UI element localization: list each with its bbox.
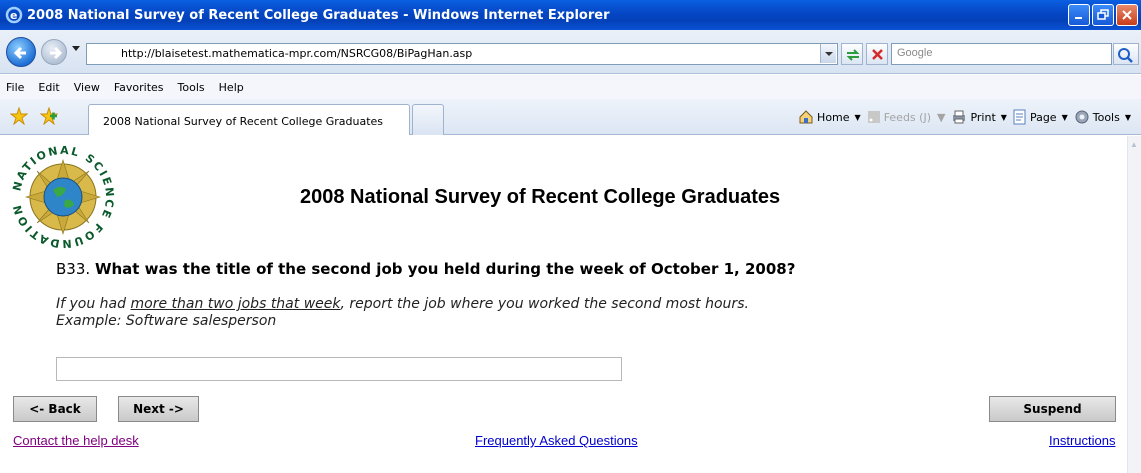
window-title: 2008 National Survey of Recent College G… [27,7,610,23]
window-title-bar: e 2008 National Survey of Recent College… [0,0,1141,30]
example-text: Example: Software salesperson [56,313,277,329]
page-icon [1013,109,1026,125]
menu-edit[interactable]: Edit [38,81,59,94]
maximize-icon[interactable] [1092,4,1114,26]
tools-icon [1075,110,1089,124]
menu-bar: File Edit View Favorites Tools Help [0,75,1141,99]
question-text: What was the title of the second job you… [94,260,796,278]
question-number: B33. [56,260,91,278]
menu-tools[interactable]: Tools [178,81,205,94]
stop-icon[interactable] [866,43,888,65]
address-input[interactable]: http://blaisetest.mathematica-mpr.com/NS… [86,43,838,65]
close-icon[interactable] [1116,4,1138,26]
search-icon[interactable] [1113,43,1139,65]
question: B33. What was the title of the second jo… [56,260,795,278]
page-button[interactable]: Page ▼ [1013,109,1068,125]
faq-link[interactable]: Frequently Asked Questions [475,433,638,448]
home-icon [799,110,813,124]
ie-icon: e [5,6,23,24]
print-icon [953,110,966,124]
job-title-input[interactable] [56,357,622,381]
vertical-scrollbar[interactable]: ▲ [1127,136,1141,473]
forward-icon[interactable] [41,39,67,65]
feeds-icon [867,111,880,123]
instructions-link[interactable]: Instructions [1049,433,1115,448]
chevron-down-icon[interactable] [72,46,80,52]
address-toolbar: http://blaisetest.mathematica-mpr.com/NS… [0,30,1141,74]
page-title: 2008 National Survey of Recent College G… [300,186,781,208]
instructions-text: If you had more than two jobs that week,… [56,296,749,330]
next-button[interactable]: Next -> [118,396,199,422]
favorites-star-icon[interactable] [10,107,28,125]
svg-text:e: e [10,9,17,22]
back-button[interactable]: <- Back [13,396,97,422]
tab-bar: 2008 National Survey of Recent College G… [0,99,1141,135]
menu-view[interactable]: View [74,81,100,94]
menu-help[interactable]: Help [219,81,244,94]
add-favorites-icon[interactable] [40,107,58,125]
search-input[interactable]: Google [891,43,1112,65]
menu-favorites[interactable]: Favorites [114,81,164,94]
print-button[interactable]: Print ▼ [951,109,1007,125]
address-dropdown-icon[interactable] [820,44,836,63]
back-icon[interactable] [6,37,36,67]
minimize-icon[interactable] [1068,4,1090,26]
instruction-underlined: more than two jobs that week [130,296,341,312]
tab-active[interactable]: 2008 National Survey of Recent College G… [88,104,410,135]
page-content: NATIONAL SCIENCE FOUNDATION 2008 Nationa… [0,136,1127,473]
menu-file[interactable]: File [6,81,24,94]
instruction-prefix: If you had [56,296,131,312]
instruction-suffix: , report the job where you worked the se… [340,296,749,312]
help-desk-link[interactable]: Contact the help desk [13,433,139,448]
home-button[interactable]: Home ▼ [798,109,861,125]
scroll-up-icon[interactable]: ▲ [1130,140,1140,150]
nsf-logo-icon: NATIONAL SCIENCE FOUNDATION [10,144,114,250]
suspend-button[interactable]: Suspend [989,396,1116,422]
feeds-button[interactable]: Feeds (J) [867,110,931,124]
refresh-icon[interactable] [841,43,863,65]
tools-button[interactable]: Tools ▼ [1074,109,1131,125]
new-tab-button[interactable] [412,104,444,135]
